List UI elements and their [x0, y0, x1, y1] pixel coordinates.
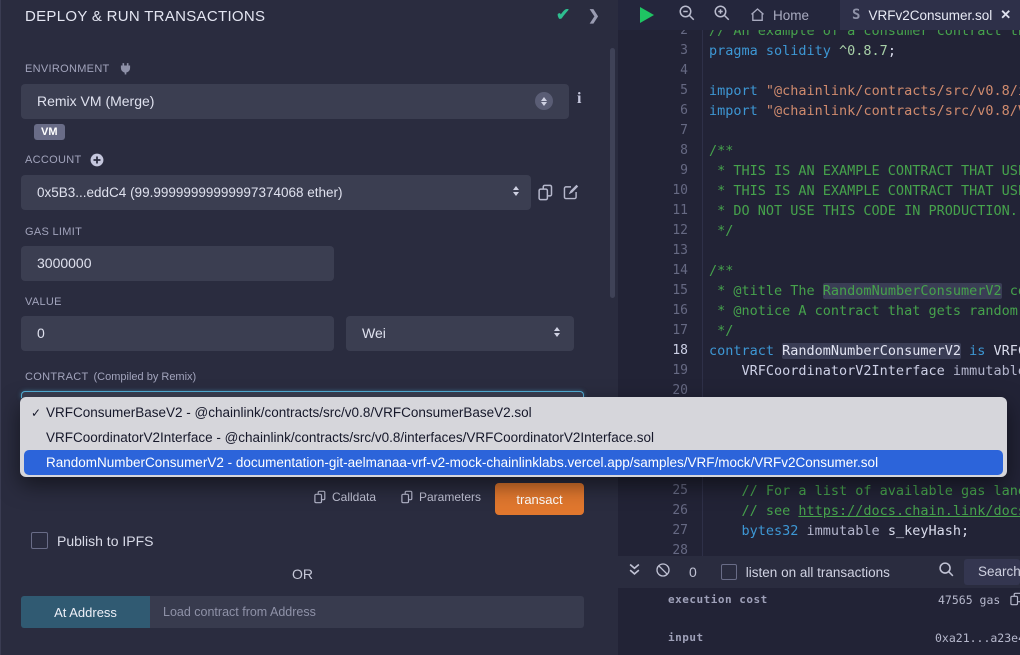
- terminal-search-input[interactable]: Search: [964, 559, 1020, 585]
- vm-badge: VM: [34, 124, 65, 140]
- publish-ipfs-label: Publish to IPFS: [57, 533, 154, 549]
- dropdown-option-label: VRFCoordinatorV2Interface - @chainlink/c…: [46, 430, 654, 445]
- gas-limit-label: GAS LIMIT: [25, 226, 82, 238]
- at-address-button[interactable]: At Address: [21, 596, 150, 628]
- dropdown-option-label: RandomNumberConsumerV2 - documentation-g…: [46, 455, 878, 470]
- deploy-run-panel: DEPLOY & RUN TRANSACTIONS ✔ ❯ ENVIRONMEN…: [0, 0, 618, 655]
- chevron-updown-icon: [535, 92, 553, 110]
- transact-button[interactable]: transact: [495, 483, 584, 515]
- term-row-value: 0xa21...a23e4: [935, 631, 1020, 645]
- dropdown-option-vrfcoordinator[interactable]: VRFCoordinatorV2Interface - @chainlink/c…: [20, 425, 1007, 450]
- dropdown-option-vrfconsumerbase[interactable]: ✓ VRFConsumerBaseV2 - @chainlink/contrac…: [20, 400, 1007, 425]
- panel-title: DEPLOY & RUN TRANSACTIONS: [25, 8, 265, 25]
- parameters-label: Parameters: [419, 490, 481, 504]
- dropdown-option-randomnumberconsumer[interactable]: RandomNumberConsumerV2 - documentation-g…: [24, 450, 1003, 475]
- collapse-terminal-icon[interactable]: [628, 562, 641, 582]
- environment-label: ENVIRONMENT: [25, 63, 110, 75]
- listen-all-label: listen on all transactions: [746, 565, 890, 580]
- value-input[interactable]: 0: [21, 316, 334, 351]
- term-row-label: input: [668, 631, 704, 644]
- contract-dropdown: ✓ VRFConsumerBaseV2 - @chainlink/contrac…: [20, 397, 1007, 477]
- zoom-out-icon[interactable]: [678, 4, 696, 27]
- close-icon[interactable]: ✕: [1000, 7, 1011, 23]
- terminal-search-text: Search: [978, 564, 1020, 579]
- account-select[interactable]: 0x5B3...eddC4 (99.99999999999997374068 e…: [21, 175, 531, 210]
- chevron-right-icon[interactable]: ❯: [588, 7, 600, 24]
- run-script-icon[interactable]: [640, 7, 654, 23]
- environment-value: Remix VM (Merge): [37, 93, 154, 109]
- calldata-label: Calldata: [332, 490, 376, 504]
- listen-count: 0: [689, 564, 697, 580]
- or-divider: OR: [21, 566, 584, 582]
- panel-scrollbar[interactable]: [610, 48, 615, 298]
- terminal-toolbar: 0 listen on all transactions Search: [618, 556, 1020, 588]
- copy-icon[interactable]: [538, 184, 553, 201]
- home-icon: [749, 7, 766, 23]
- copy-icon: [314, 490, 326, 504]
- calldata-action[interactable]: Calldata: [314, 490, 376, 504]
- parameters-action[interactable]: Parameters: [401, 490, 481, 504]
- info-icon[interactable]: i: [577, 90, 581, 108]
- value-unit: Wei: [362, 325, 386, 341]
- check-icon: ✔: [556, 5, 570, 25]
- tab-title: VRFv2Consumer.sol: [868, 8, 992, 23]
- tab-home[interactable]: Home: [749, 7, 809, 23]
- tab-vrfv2consumer[interactable]: S VRFv2Consumer.sol ✕: [840, 0, 1020, 30]
- remix-window: DEPLOY & RUN TRANSACTIONS ✔ ❯ ENVIRONMEN…: [0, 0, 1020, 655]
- contract-sublabel: (Compiled by Remix): [94, 371, 197, 383]
- chevron-updown-icon: [513, 186, 519, 196]
- check-icon: ✓: [31, 406, 41, 420]
- plus-circle-icon[interactable]: [90, 153, 104, 167]
- term-row-value: 47565 gas: [938, 593, 1000, 607]
- code-editor[interactable]: 2// An example of a consumer contract th…: [618, 30, 1020, 556]
- chevron-updown-icon: [554, 327, 560, 337]
- copy-icon[interactable]: [1010, 591, 1020, 610]
- editor-tab-bar: Home S VRFv2Consumer.sol ✕: [618, 0, 1020, 30]
- zoom-in-icon[interactable]: [713, 4, 731, 27]
- clear-console-icon[interactable]: [655, 562, 671, 583]
- copy-icon: [401, 490, 413, 504]
- solidity-icon: S: [852, 7, 860, 23]
- environment-select[interactable]: Remix VM (Merge): [21, 84, 569, 119]
- term-row-label: execution cost: [668, 593, 768, 606]
- publish-ipfs-checkbox[interactable]: [31, 532, 48, 549]
- listen-all-checkbox[interactable]: [721, 564, 737, 580]
- code-lines: 2// An example of a consumer contract th…: [618, 30, 1020, 556]
- value-amount: 0: [37, 325, 45, 341]
- plug-icon: [119, 62, 132, 75]
- value-unit-select[interactable]: Wei: [346, 316, 574, 351]
- tab-home-label: Home: [773, 8, 809, 23]
- edit-icon[interactable]: [563, 184, 579, 200]
- terminal-log[interactable]: execution cost 47565 gas input 0xa21...a…: [618, 588, 1020, 655]
- gas-limit-value: 3000000: [37, 255, 92, 271]
- account-value: 0x5B3...eddC4 (99.99999999999997374068 e…: [37, 185, 343, 200]
- gas-limit-input[interactable]: 3000000: [21, 246, 334, 281]
- search-icon: [938, 561, 955, 583]
- contract-label: CONTRACT: [25, 371, 89, 383]
- account-label: ACCOUNT: [25, 154, 82, 166]
- value-label: VALUE: [25, 296, 62, 308]
- at-address-placeholder: Load contract from Address: [163, 605, 316, 619]
- at-address-input[interactable]: Load contract from Address: [150, 596, 584, 628]
- dropdown-option-label: VRFConsumerBaseV2 - @chainlink/contracts…: [46, 405, 532, 420]
